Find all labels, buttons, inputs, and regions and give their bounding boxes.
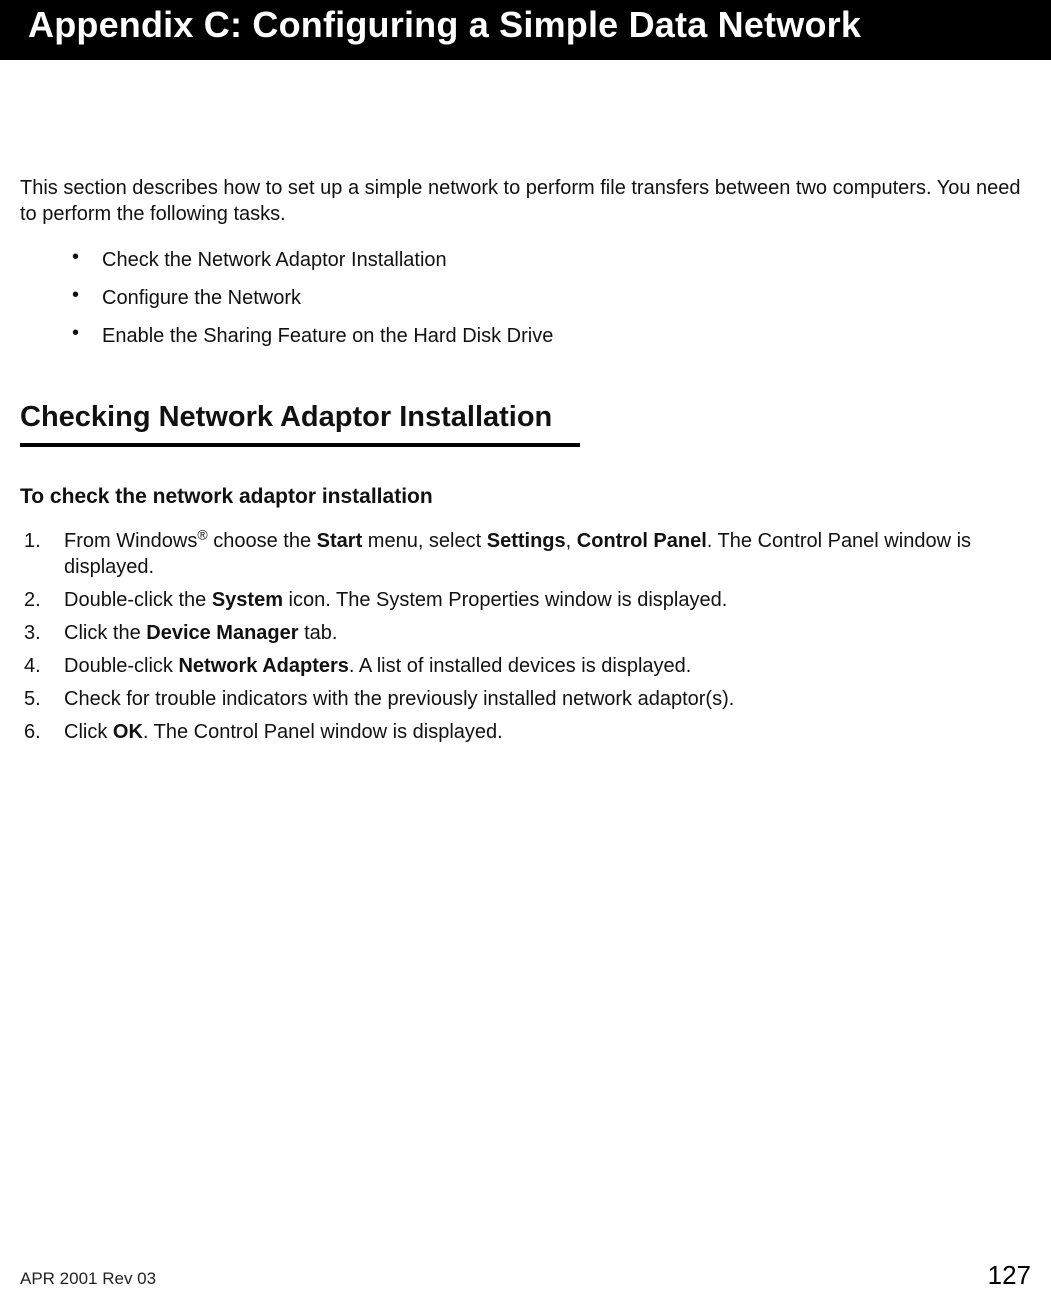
step-bold: Device Manager bbox=[146, 622, 298, 644]
subheading: To check the network adaptor installatio… bbox=[20, 483, 1031, 510]
list-item: Enable the Sharing Feature on the Hard D… bbox=[72, 317, 1031, 355]
task-list: Check the Network Adaptor Installation C… bbox=[20, 241, 1031, 355]
step-text: From Windows bbox=[64, 530, 197, 552]
footer-revision: APR 2001 Rev 03 bbox=[20, 1269, 156, 1289]
section-rule bbox=[20, 443, 580, 447]
step-bold: System bbox=[212, 589, 283, 611]
page-footer: APR 2001 Rev 03 127 bbox=[20, 1260, 1031, 1291]
step-text: Click bbox=[64, 721, 113, 743]
list-item: Click OK. The Control Panel window is di… bbox=[42, 717, 1031, 747]
step-text: icon. The System Properties window is di… bbox=[283, 589, 727, 611]
page-title: Appendix C: Configuring a Simple Data Ne… bbox=[28, 4, 861, 45]
step-text: tab. bbox=[299, 622, 338, 644]
registered-mark: ® bbox=[197, 526, 207, 542]
step-text: choose the bbox=[208, 530, 317, 552]
section-heading: Checking Network Adaptor Installation bbox=[20, 399, 1031, 443]
list-item: Double-click the System icon. The System… bbox=[42, 585, 1031, 615]
page-number: 127 bbox=[988, 1260, 1031, 1291]
step-text: Click the bbox=[64, 622, 146, 644]
step-bold: OK bbox=[113, 721, 143, 743]
step-text: Double-click the bbox=[64, 589, 212, 611]
step-bold: Control Panel bbox=[577, 530, 707, 552]
page-title-bar: Appendix C: Configuring a Simple Data Ne… bbox=[0, 0, 1051, 60]
step-bold: Start bbox=[317, 530, 363, 552]
page-body: This section describes how to set up a s… bbox=[0, 60, 1051, 747]
step-bold: Network Adapters bbox=[178, 655, 348, 677]
steps-list: From Windows® choose the Start menu, sel… bbox=[20, 526, 1031, 747]
list-item: From Windows® choose the Start menu, sel… bbox=[42, 526, 1031, 582]
list-item: Check the Network Adaptor Installation bbox=[72, 241, 1031, 279]
step-text: Double-click bbox=[64, 655, 178, 677]
step-text: . A list of installed devices is display… bbox=[349, 655, 691, 677]
task-text: Enable the Sharing Feature on the Hard D… bbox=[102, 325, 553, 347]
step-text: menu, select bbox=[362, 530, 487, 552]
list-item: Check for trouble indicators with the pr… bbox=[42, 684, 1031, 714]
step-text: , bbox=[566, 530, 577, 552]
step-bold: Settings bbox=[487, 530, 566, 552]
task-text: Configure the Network bbox=[102, 287, 301, 309]
step-text: . The Control Panel window is displayed. bbox=[143, 721, 503, 743]
document-page: Appendix C: Configuring a Simple Data Ne… bbox=[0, 0, 1051, 1311]
list-item: Double-click Network Adapters. A list of… bbox=[42, 651, 1031, 681]
task-text: Check the Network Adaptor Installation bbox=[102, 249, 447, 271]
list-item: Configure the Network bbox=[72, 279, 1031, 317]
intro-paragraph: This section describes how to set up a s… bbox=[20, 175, 1031, 227]
step-text: Check for trouble indicators with the pr… bbox=[64, 688, 734, 710]
list-item: Click the Device Manager tab. bbox=[42, 618, 1031, 648]
